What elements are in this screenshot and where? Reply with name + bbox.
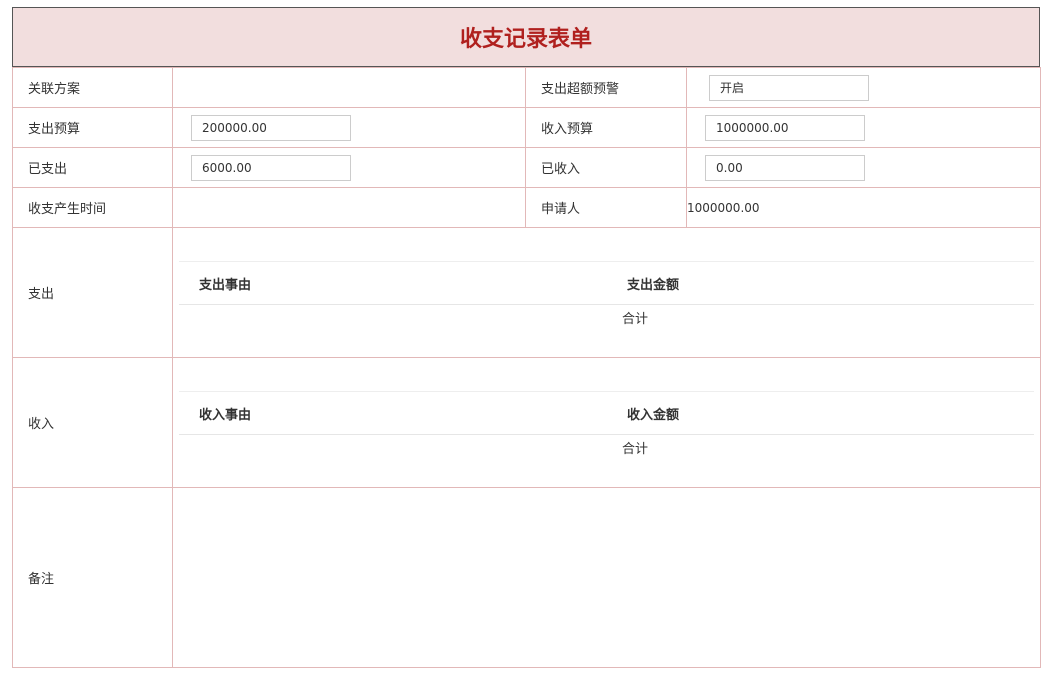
- row-budget: 支出预算 收入预算: [12, 107, 1041, 148]
- income-label: 收入: [12, 357, 173, 488]
- row-income: 收入 收入事由 收入金额 合计: [12, 357, 1041, 488]
- income-budget-label: 收入预算: [525, 107, 687, 148]
- income-col-amount: 收入金额: [627, 407, 680, 423]
- expense-subtable: 支出事由 支出金额 合计: [173, 228, 1040, 357]
- form-table: 关联方案 支出超额预警 支出预算 收入预算 已支出 已收入: [12, 67, 1041, 668]
- form-title: 收支记录表单: [459, 27, 592, 52]
- expense-header-row: 支出事由 支出金额: [179, 262, 1034, 305]
- row-time: 收支产生时间 申请人 1000000.00: [12, 187, 1041, 228]
- expense-total-label: 合计: [622, 312, 649, 327]
- income-subtable: 收入事由 收入金额 合计: [173, 358, 1040, 487]
- remark-label: 备注: [12, 487, 173, 668]
- time-label: 收支产生时间: [12, 187, 173, 228]
- record-form: 收支记录表单 关联方案 支出超额预警 支出预算 收入预算: [12, 7, 1041, 668]
- income-col-reason: 收入事由: [199, 407, 252, 423]
- row-expense: 支出 支出事由 支出金额 合计: [12, 227, 1041, 358]
- overrun-cell: [686, 67, 1041, 108]
- form-header: 收支记录表单: [12, 7, 1040, 67]
- remark-field[interactable]: [172, 487, 1041, 668]
- plan-cell[interactable]: [172, 67, 526, 108]
- income-budget-input[interactable]: [705, 114, 865, 141]
- spent-label: 已支出: [12, 147, 173, 188]
- plan-label: 关联方案: [12, 67, 173, 108]
- income-cell: 收入事由 收入金额 合计: [172, 357, 1041, 488]
- income-total-label: 合计: [622, 442, 649, 457]
- expense-cell: 支出事由 支出金额 合计: [172, 227, 1041, 358]
- income-budget-cell: [686, 107, 1041, 148]
- received-input[interactable]: [705, 154, 865, 181]
- expense-budget-cell: [172, 107, 526, 148]
- row-plan: 关联方案 支出超额预警: [12, 67, 1041, 108]
- overrun-label: 支出超额预警: [525, 67, 687, 108]
- expense-label: 支出: [12, 227, 173, 358]
- row-remark: 备注: [12, 487, 1041, 668]
- received-label: 已收入: [525, 147, 687, 188]
- spent-cell: [172, 147, 526, 188]
- expense-budget-label: 支出预算: [12, 107, 173, 148]
- spent-input[interactable]: [191, 154, 351, 181]
- expense-col-reason: 支出事由: [199, 277, 252, 293]
- applicant-label: 申请人: [525, 187, 687, 228]
- overrun-select[interactable]: [709, 74, 869, 101]
- expense-col-amount: 支出金额: [627, 277, 680, 293]
- income-header-row: 收入事由 收入金额: [179, 392, 1034, 435]
- time-cell[interactable]: [172, 187, 526, 228]
- applicant-value: 1000000.00: [686, 187, 1041, 228]
- expense-budget-input[interactable]: [191, 114, 351, 141]
- received-cell: [686, 147, 1041, 188]
- row-actual: 已支出 已收入: [12, 147, 1041, 188]
